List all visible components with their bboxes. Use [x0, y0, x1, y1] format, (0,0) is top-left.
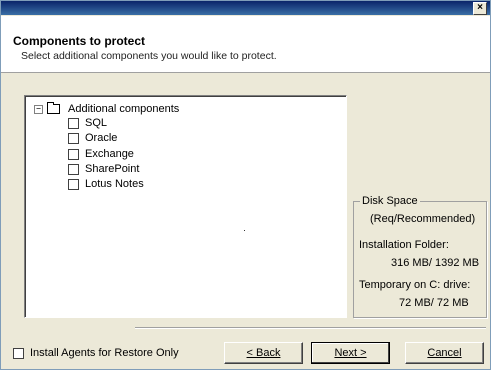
- title-bar: ×: [1, 1, 490, 15]
- tree-root[interactable]: − Additional components: [34, 102, 180, 115]
- back-button[interactable]: < Back: [224, 342, 303, 364]
- component-label: Exchange: [85, 148, 134, 160]
- tree-root-label: Additional components: [68, 103, 180, 115]
- component-label: SharePoint: [85, 163, 140, 175]
- component-exchange[interactable]: Exchange: [68, 148, 134, 160]
- disk-space-group: Disk Space (Req/Recommended) Installatio…: [353, 195, 487, 318]
- page-subtitle: Select additional components you would l…: [21, 50, 277, 62]
- exchange-checkbox[interactable]: [68, 148, 79, 160]
- folder-icon: [47, 102, 60, 114]
- components-tree[interactable]: − Additional components SQL Oracle Excha…: [24, 95, 347, 318]
- page-title: Components to protect: [13, 34, 145, 48]
- restore-only-checkbox[interactable]: [13, 347, 24, 359]
- temp-drive-value: 72 MB/ 72 MB: [399, 297, 469, 309]
- lotus-notes-checkbox[interactable]: [68, 178, 79, 190]
- install-folder-label: Installation Folder:: [359, 239, 449, 251]
- disk-space-legend: Disk Space: [360, 195, 420, 207]
- component-label: Lotus Notes: [85, 178, 144, 190]
- component-label: Oracle: [85, 132, 118, 144]
- component-sql[interactable]: SQL: [68, 117, 107, 129]
- dialog-header: Components to protect Select additional …: [1, 16, 490, 73]
- temp-drive-label: Temporary on C: drive:: [359, 279, 471, 291]
- stray-dot: [244, 230, 245, 231]
- component-sharepoint[interactable]: SharePoint: [68, 163, 139, 175]
- install-folder-value: 316 MB/ 1392 MB: [391, 257, 480, 269]
- restore-only-option[interactable]: Install Agents for Restore Only: [13, 347, 179, 359]
- component-oracle[interactable]: Oracle: [68, 132, 117, 144]
- component-lotus-notes[interactable]: Lotus Notes: [68, 178, 144, 190]
- installer-dialog: × Components to protect Select additiona…: [0, 0, 491, 370]
- component-label: SQL: [85, 117, 108, 129]
- next-button[interactable]: Next >: [311, 342, 390, 364]
- req-recommended-label: (Req/Recommended): [370, 213, 476, 225]
- oracle-checkbox[interactable]: [68, 132, 79, 144]
- footer-divider: [135, 327, 486, 329]
- sharepoint-checkbox[interactable]: [68, 163, 79, 175]
- cancel-button[interactable]: Cancel: [405, 342, 484, 364]
- collapse-icon[interactable]: −: [34, 104, 43, 114]
- sql-checkbox[interactable]: [68, 117, 79, 129]
- close-button[interactable]: ×: [473, 2, 487, 15]
- restore-only-label: Install Agents for Restore Only: [30, 347, 179, 359]
- close-icon: ×: [477, 2, 483, 13]
